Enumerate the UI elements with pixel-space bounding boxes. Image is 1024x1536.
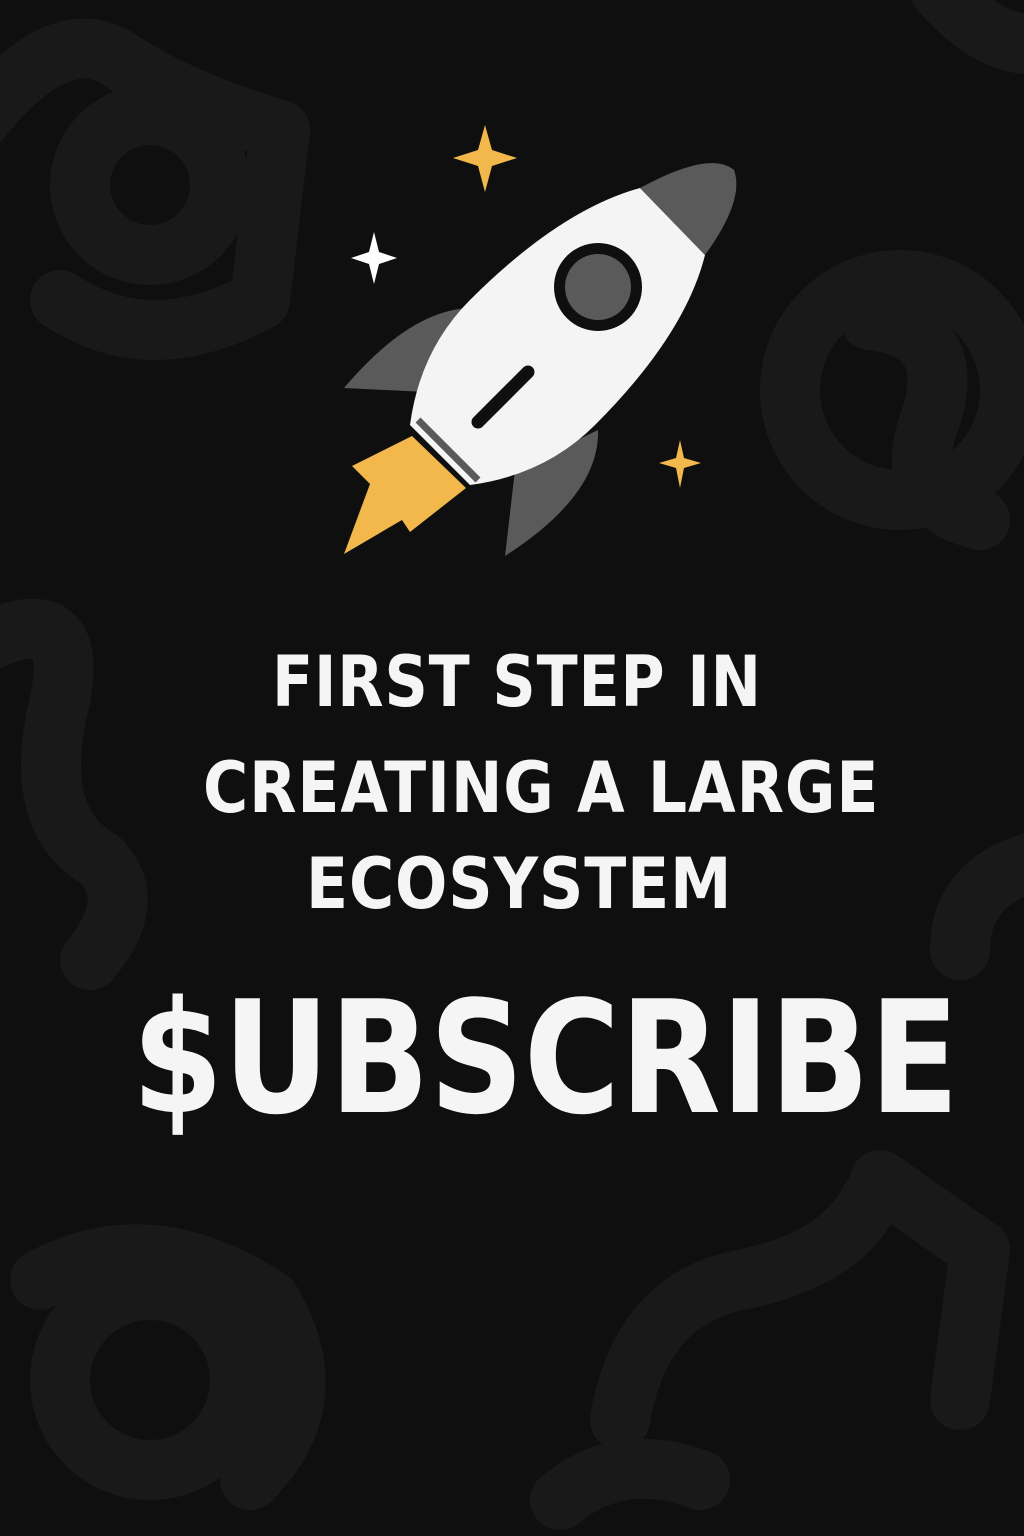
star-icon [453,125,517,192]
headline-line-3: ECOSYSTEM [306,843,733,925]
headline-line-2: CREATING A LARGE [203,747,880,829]
poster: FIRST STEP IN CREATING A LARGE ECOSYSTEM… [0,0,1024,1536]
headline-line-1: FIRST STEP IN [272,641,762,723]
star-icon [351,232,397,284]
ticker-symbol: $UBSCRIBE [132,967,960,1149]
rocket-icon [344,125,737,556]
star-icon [659,440,701,488]
